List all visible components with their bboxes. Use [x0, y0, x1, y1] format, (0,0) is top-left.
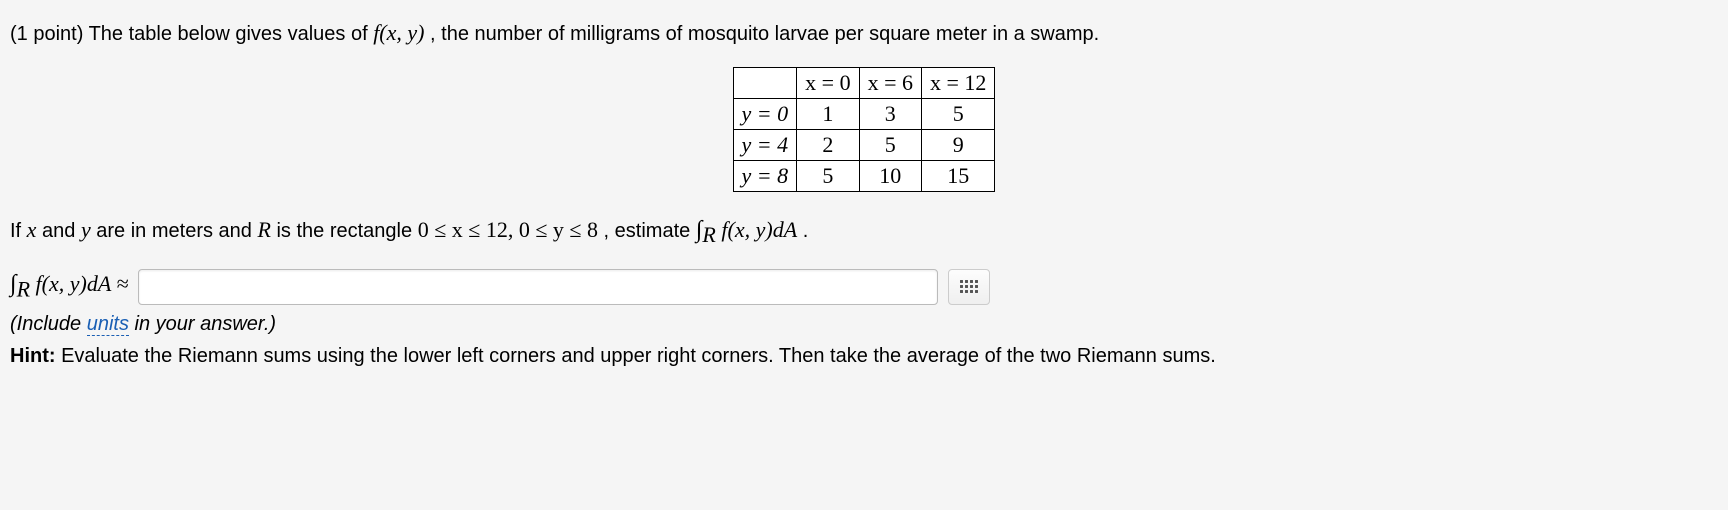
q-text: is the rectangle: [276, 220, 417, 242]
integral-subscript: R: [702, 222, 715, 247]
table-row: y = 4 2 5 9: [733, 129, 995, 160]
var-R: R: [257, 217, 270, 242]
q-period: .: [803, 220, 809, 242]
equation-keypad-button[interactable]: [948, 269, 990, 305]
data-table: x = 0 x = 6 x = 12 y = 0 1 3 5 y = 4 2 5…: [733, 67, 996, 192]
row-header: y = 8: [733, 160, 797, 191]
col-header: x = 0: [797, 67, 859, 98]
table-cell: 15: [922, 160, 995, 191]
table-cell: 5: [922, 98, 995, 129]
keypad-icon: [960, 280, 978, 293]
function-fxy: f(x, y): [373, 20, 424, 45]
answer-input[interactable]: [138, 269, 938, 305]
points-label: (1 point): [10, 23, 89, 45]
data-table-wrap: x = 0 x = 6 x = 12 y = 0 1 3 5 y = 4 2 5…: [10, 67, 1718, 192]
answer-label: ∫R f(x, y)dA ≈: [10, 271, 128, 302]
var-y: y: [81, 217, 91, 242]
answer-row: ∫R f(x, y)dA ≈: [10, 269, 1718, 305]
intro-text-a: The table below gives values of: [89, 23, 374, 45]
answer-label-rest: f(x, y)dA ≈: [36, 271, 129, 296]
table-row: y = 8 5 10 15: [733, 160, 995, 191]
table-cell: 5: [797, 160, 859, 191]
integrand: f(x, y)dA: [721, 217, 797, 242]
units-note-close: in your answer.): [129, 313, 276, 335]
hint-label: Hint:: [10, 345, 61, 367]
table-row: y = 0 1 3 5: [733, 98, 995, 129]
intro-text-b: , the number of milligrams of mosquito l…: [430, 23, 1099, 45]
table-cell: 9: [922, 129, 995, 160]
q-text: and: [42, 220, 81, 242]
row-header: y = 4: [733, 129, 797, 160]
q-text: are in meters and: [96, 220, 257, 242]
var-x: x: [27, 217, 37, 242]
integral-subscript: R: [17, 276, 30, 301]
row-header: y = 0: [733, 98, 797, 129]
col-header: x = 12: [922, 67, 995, 98]
units-note-open: (Include: [10, 313, 87, 335]
table-cell: 1: [797, 98, 859, 129]
table-corner-cell: [733, 67, 797, 98]
col-header: x = 6: [859, 67, 921, 98]
hint-text: Evaluate the Riemann sums using the lowe…: [61, 345, 1216, 367]
table-cell: 10: [859, 160, 921, 191]
q-text: If: [10, 220, 27, 242]
table-cell: 3: [859, 98, 921, 129]
table-cell: 2: [797, 129, 859, 160]
q-text: , estimate: [604, 220, 696, 242]
units-link[interactable]: units: [87, 313, 129, 336]
question-line: If x and y are in meters and R is the re…: [10, 212, 1718, 251]
table-cell: 5: [859, 129, 921, 160]
table-header-row: x = 0 x = 6 x = 12: [733, 67, 995, 98]
integral-sign: ∫: [10, 271, 17, 297]
units-note: (Include units in your answer.): [10, 313, 1718, 336]
problem-statement: (1 point) The table below gives values o…: [10, 18, 1718, 49]
domain-text: 0 ≤ x ≤ 12, 0 ≤ y ≤ 8: [418, 217, 598, 242]
hint-line: Hint: Evaluate the Riemann sums using th…: [10, 342, 1718, 370]
